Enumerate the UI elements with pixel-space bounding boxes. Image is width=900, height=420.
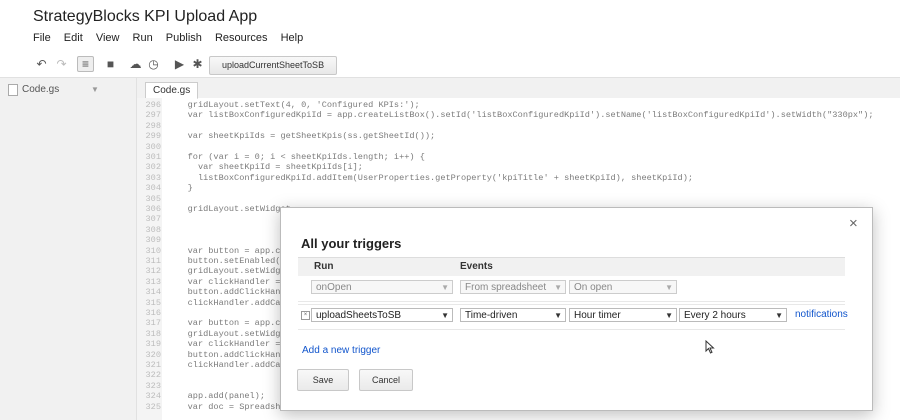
save-button[interactable]: Save <box>297 369 349 391</box>
run-function-select[interactable]: uploadSheetsToSB ▼ <box>311 308 453 322</box>
run-function-select: onOpen ▼ <box>311 280 453 294</box>
cancel-button[interactable]: Cancel <box>359 369 413 391</box>
menu-run[interactable]: Run <box>133 32 153 44</box>
editor-tab-bar: Code.gs <box>137 78 900 99</box>
chevron-down-icon[interactable]: ▼ <box>91 82 99 98</box>
triggers-clock-icon[interactable]: ◷ <box>146 57 161 71</box>
trigger-row: × uploadSheetsToSB ▼ Time-driven ▼ Hour ti… <box>298 304 848 330</box>
cloud-deploy-icon[interactable]: ☁ <box>128 57 143 71</box>
function-select[interactable]: uploadCurrentSheetToSB <box>209 56 338 75</box>
menu-publish[interactable]: Publish <box>166 32 202 44</box>
event-type-select[interactable]: Hour timer ▼ <box>569 308 677 322</box>
redo-icon[interactable]: ↷ <box>54 57 69 71</box>
dialog-title: All your triggers <box>301 236 402 251</box>
run-icon[interactable]: ▶ <box>172 57 187 71</box>
file-sidebar: Code.gs ▼ <box>0 78 137 420</box>
menu-help[interactable]: Help <box>281 32 304 44</box>
triggers-dialog: × All your triggers Run Events onOpen ▼ F… <box>280 207 873 411</box>
app-title: StrategyBlocks KPI Upload App <box>33 8 258 25</box>
menu-resources[interactable]: Resources <box>215 32 268 44</box>
event-source-select[interactable]: Time-driven ▼ <box>460 308 566 322</box>
menu-view[interactable]: View <box>96 32 120 44</box>
menu-file[interactable]: File <box>33 32 51 44</box>
tab-code-gs[interactable]: Code.gs <box>145 82 199 99</box>
notifications-link[interactable]: notifications <box>795 309 848 320</box>
interval-select[interactable]: Every 2 hours ▼ <box>679 308 787 322</box>
undo-icon[interactable]: ↶ <box>34 57 49 71</box>
event-type-select: On open ▼ <box>569 280 677 294</box>
sidebar-item-code-gs[interactable]: Code.gs ▼ <box>0 82 110 98</box>
sidebar-item-label: Code.gs <box>22 84 60 95</box>
debug-bug-icon[interactable]: ✱ <box>190 57 205 71</box>
toolbar: ↶ ↷ ≡ ■ ☁ ◷ ▶ ✱ uploadCurrentSheetToSB <box>0 52 900 78</box>
file-icon <box>8 84 18 96</box>
column-header-run: Run <box>314 261 334 272</box>
menu-bar: File Edit View Run Publish Resources Hel… <box>33 32 313 44</box>
event-source-select: From spreadsheet ▼ <box>460 280 566 294</box>
save-icon[interactable]: ■ <box>103 57 118 71</box>
column-header-events: Events <box>460 261 493 272</box>
trigger-row: onOpen ▼ From spreadsheet ▼ On open ▼ <box>298 277 845 302</box>
menu-edit[interactable]: Edit <box>64 32 83 44</box>
mouse-cursor-icon <box>705 340 715 354</box>
triggers-table-header: Run Events <box>298 257 845 276</box>
close-icon[interactable]: × <box>849 215 858 232</box>
add-new-trigger-link[interactable]: Add a new trigger <box>302 345 380 356</box>
delete-trigger-icon[interactable]: × <box>301 311 310 320</box>
indent-icon[interactable]: ≡ <box>77 56 94 72</box>
